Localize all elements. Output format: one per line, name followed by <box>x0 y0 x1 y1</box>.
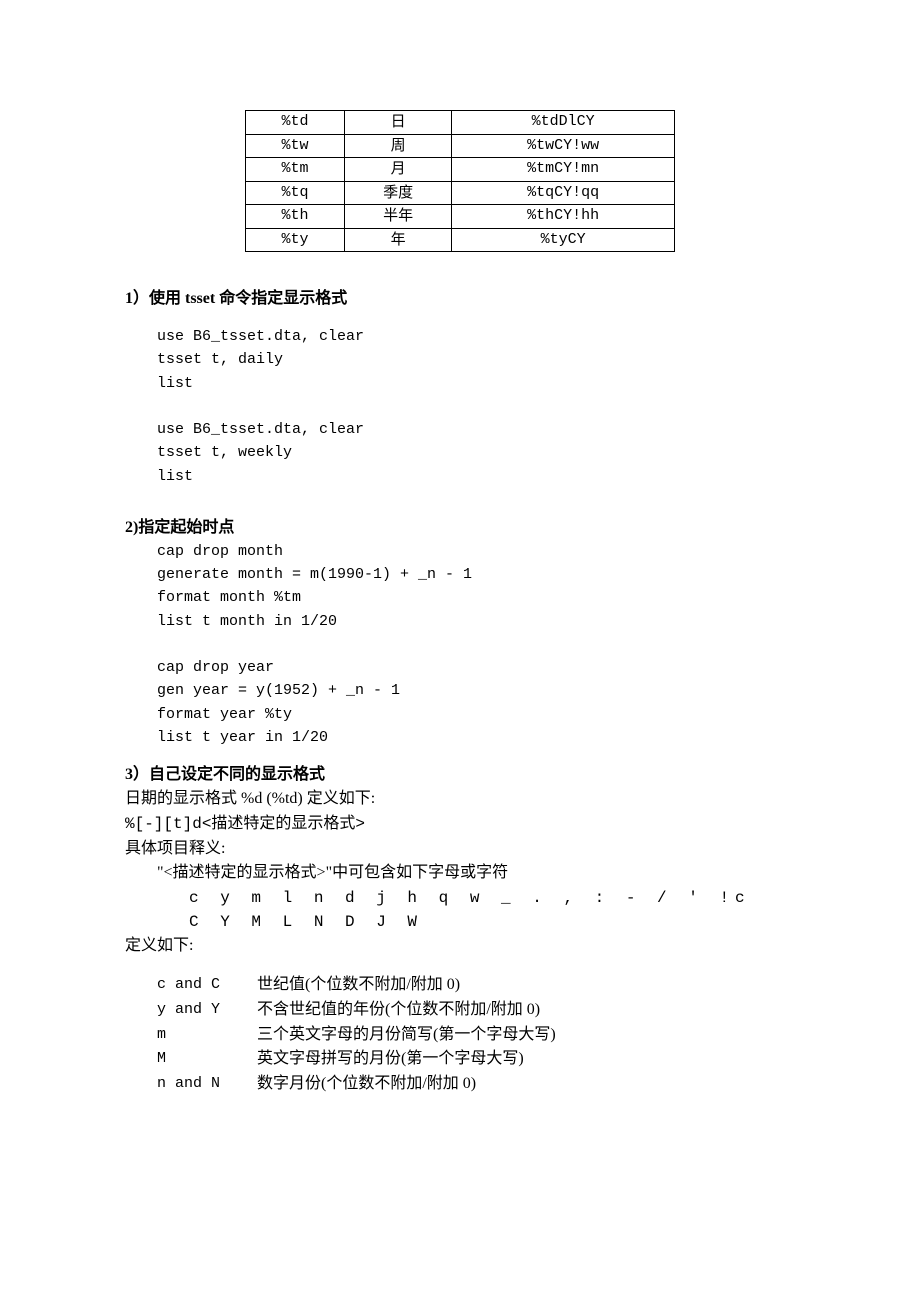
fmt-unit: 半年 <box>345 205 452 229</box>
fmt-display: %twCY!ww <box>452 134 675 158</box>
definition-value: 不含世纪值的年份(个位数不附加/附加 0) <box>257 998 540 1023</box>
fmt-code: %ty <box>246 228 345 252</box>
format-table: %td 日 %tdDlCY %tw 周 %twCY!ww %tm 月 %tmCY… <box>245 110 675 252</box>
definition-row: M 英文字母拼写的月份(第一个字母大写) <box>157 1047 795 1072</box>
definition-key: m <box>157 1023 257 1048</box>
definition-row: n and N 数字月份(个位数不附加/附加 0) <box>157 1072 795 1097</box>
definition-row: y and Y 不含世纪值的年份(个位数不附加/附加 0) <box>157 998 795 1023</box>
fmt-unit: 周 <box>345 134 452 158</box>
fmt-unit: 月 <box>345 158 452 182</box>
fmt-display: %tqCY!qq <box>452 181 675 205</box>
body-line: 定义如下: <box>125 934 795 959</box>
fmt-code: %th <box>246 205 345 229</box>
table-row: %tq 季度 %tqCY!qq <box>246 181 675 205</box>
code-block-1: use B6_tsset.dta, clear tsset t, daily l… <box>157 325 795 488</box>
table-row: %ty 年 %tyCY <box>246 228 675 252</box>
code-block-2: cap drop month generate month = m(1990-1… <box>157 540 795 749</box>
document-page: %td 日 %tdDlCY %tw 周 %twCY!ww %tm 月 %tmCY… <box>0 0 920 1302</box>
definition-row: m 三个英文字母的月份简写(第一个字母大写) <box>157 1023 795 1048</box>
definition-key: n and N <box>157 1072 257 1097</box>
table-row: %tw 周 %twCY!ww <box>246 134 675 158</box>
definition-value: 世纪值(个位数不附加/附加 0) <box>257 973 460 998</box>
fmt-display: %tyCY <box>452 228 675 252</box>
definition-list: c and C 世纪值(个位数不附加/附加 0) y and Y 不含世纪值的年… <box>157 973 795 1097</box>
body-line: 日期的显示格式 %d (%td) 定义如下: <box>125 787 795 812</box>
definition-value: 英文字母拼写的月份(第一个字母大写) <box>257 1047 524 1072</box>
body-line: "<描述特定的显示格式>"中可包含如下字母或字符 <box>157 861 795 886</box>
fmt-display: %tdDlCY <box>452 111 675 135</box>
fmt-unit: 日 <box>345 111 452 135</box>
section-heading-1: 1）使用 tsset 命令指定显示格式 <box>125 287 795 311</box>
fmt-code: %tq <box>246 181 345 205</box>
char-list-1: c y m l n d j h q w _ . , : - / ' !c <box>189 889 751 907</box>
fmt-unit: 年 <box>345 228 452 252</box>
definition-key: c and C <box>157 973 257 998</box>
fmt-code: %tw <box>246 134 345 158</box>
table-row: %tm 月 %tmCY!mn <box>246 158 675 182</box>
definition-key: y and Y <box>157 998 257 1023</box>
table-row: %th 半年 %thCY!hh <box>246 205 675 229</box>
definition-value: 三个英文字母的月份简写(第一个字母大写) <box>257 1023 556 1048</box>
fmt-display: %thCY!hh <box>452 205 675 229</box>
definition-key: M <box>157 1047 257 1072</box>
section-heading-2: 2)指定起始时点 <box>125 516 795 540</box>
body-line: 具体项目释义: <box>125 837 795 862</box>
fmt-code: %td <box>246 111 345 135</box>
char-list-2: C Y M L N D J W <box>189 913 423 931</box>
definition-value: 数字月份(个位数不附加/附加 0) <box>257 1072 476 1097</box>
body-line: %[-][t]d<描述特定的显示格式> <box>125 812 795 837</box>
section-heading-3: 3）自己设定不同的显示格式 <box>125 763 795 787</box>
definition-row: c and C 世纪值(个位数不附加/附加 0) <box>157 973 795 998</box>
fmt-code: %tm <box>246 158 345 182</box>
fmt-unit: 季度 <box>345 181 452 205</box>
table-row: %td 日 %tdDlCY <box>246 111 675 135</box>
fmt-display: %tmCY!mn <box>452 158 675 182</box>
